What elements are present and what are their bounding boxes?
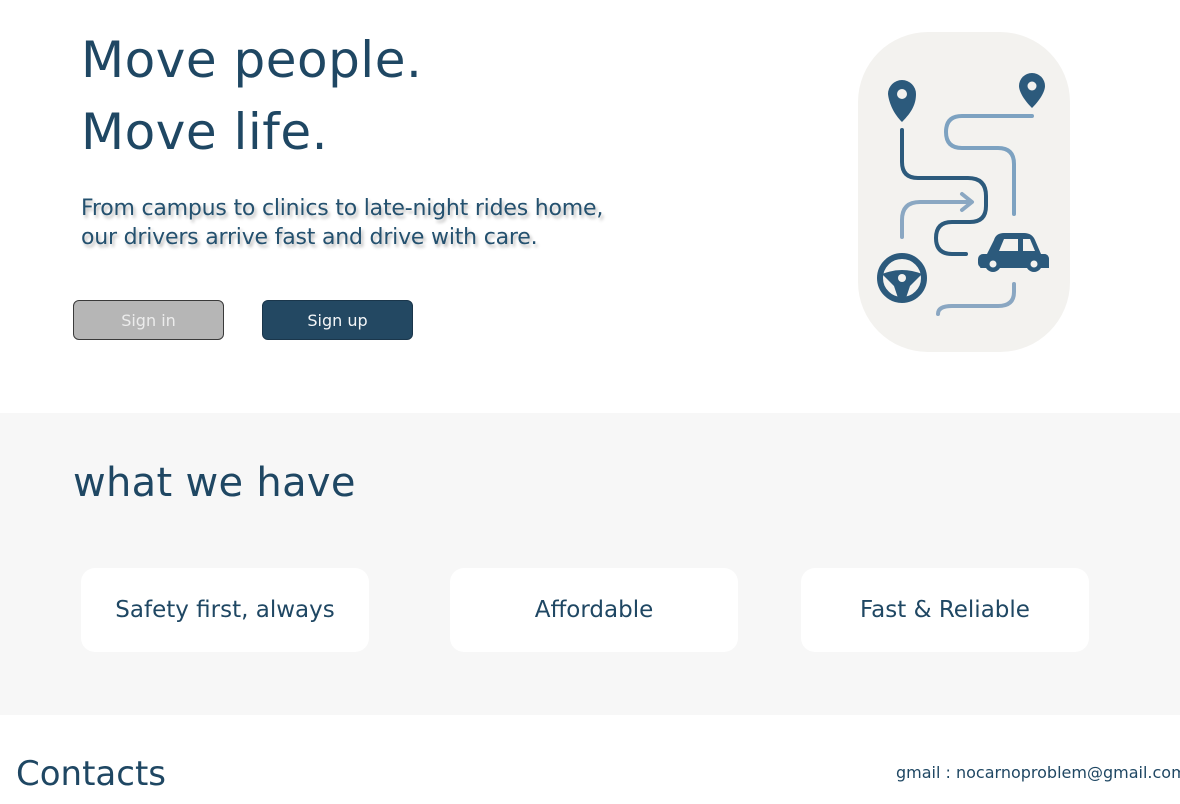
section-title: what we have <box>73 460 356 506</box>
hero-headline-line-1: Move people. <box>81 31 423 89</box>
hero-section: Move people. Move life. From campus to c… <box>0 0 1180 413</box>
hero-subtitle: From campus to clinics to late-night rid… <box>81 194 681 252</box>
feature-card-affordable: Affordable <box>450 568 738 652</box>
hero-subtitle-line-2: our drivers arrive fast and drive with c… <box>81 225 538 250</box>
hero-headline-line-2: Move life. <box>81 103 329 161</box>
hero-subtitle-line-1: From campus to clinics to late-night rid… <box>81 196 604 221</box>
sign-up-button[interactable]: Sign up <box>262 300 413 340</box>
features-section: what we have Safety first, always Afford… <box>0 413 1180 715</box>
contact-email: gmail : nocarnoproblem@gmail.com <box>896 763 1180 782</box>
feature-card-safety: Safety first, always <box>81 568 369 652</box>
feature-card-fast-reliable: Fast & Reliable <box>801 568 1089 652</box>
route-illustration <box>858 32 1070 352</box>
contacts-title: Contacts <box>16 754 166 794</box>
sign-in-button[interactable]: Sign in <box>73 300 224 340</box>
